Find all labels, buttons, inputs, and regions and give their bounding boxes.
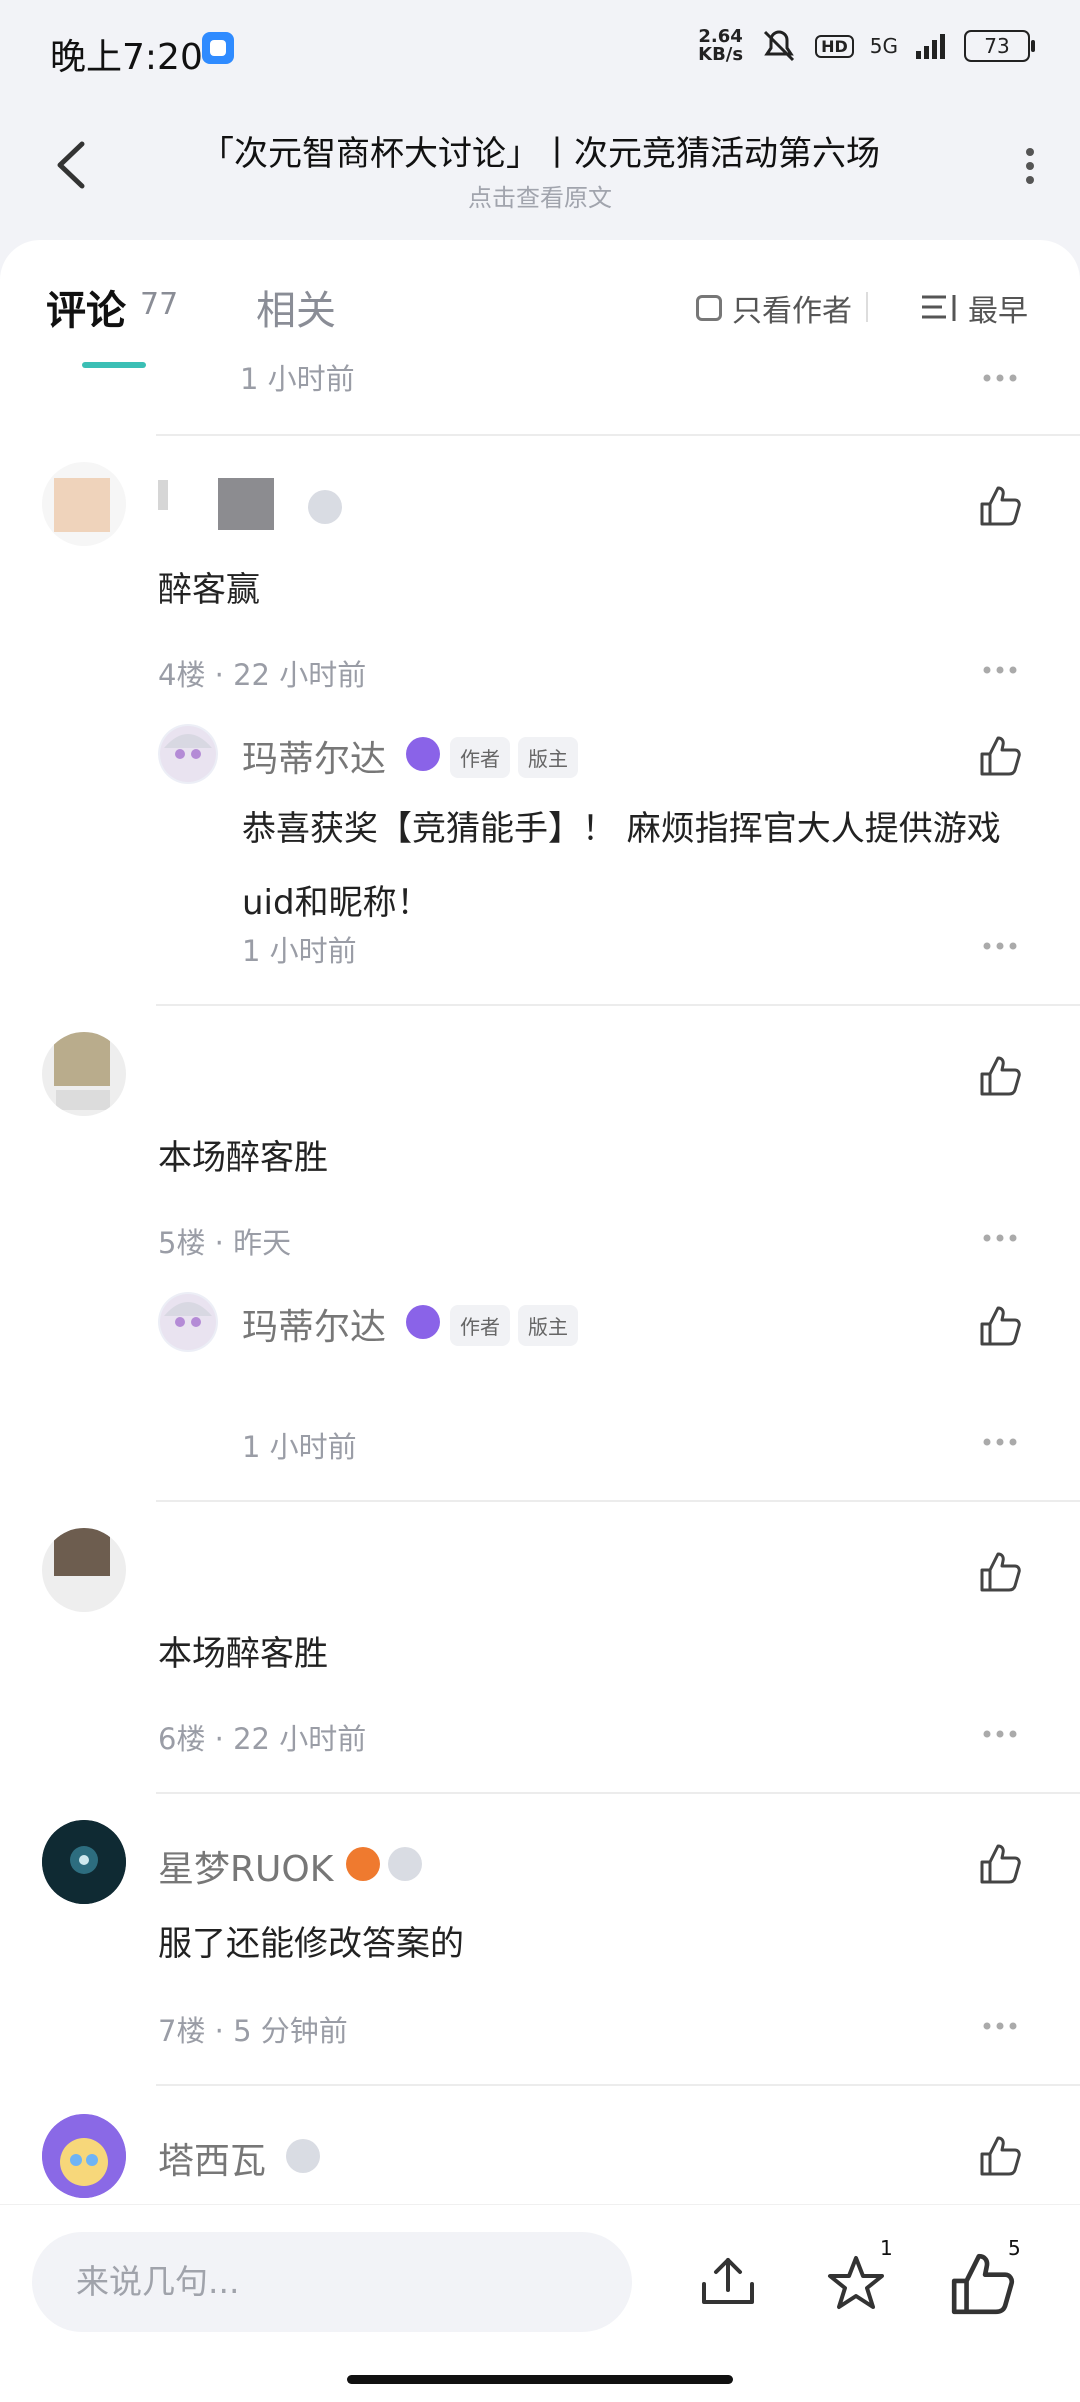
status-time: 晚上7:20 bbox=[50, 37, 203, 78]
divider bbox=[156, 1500, 1080, 1502]
signal-strength-icon bbox=[916, 34, 945, 59]
moderator-badge: 版主 bbox=[518, 1305, 578, 1346]
sort-toggle[interactable]: 最早 bbox=[920, 286, 1028, 330]
username-redacted bbox=[218, 478, 274, 530]
more-dots-icon[interactable] bbox=[983, 942, 1017, 950]
more-dots-icon[interactable] bbox=[983, 666, 1017, 674]
game-badge-icon bbox=[346, 1847, 380, 1881]
reply-meta: 1 小时前 bbox=[242, 934, 357, 968]
active-tab-indicator bbox=[82, 362, 146, 368]
like-icon[interactable] bbox=[978, 2134, 1022, 2178]
like-icon[interactable] bbox=[978, 1304, 1022, 1348]
level-badge-icon bbox=[406, 1305, 440, 1339]
checkbox-icon[interactable] bbox=[696, 295, 722, 321]
more-dots-icon[interactable] bbox=[983, 1438, 1017, 1446]
like-icon[interactable] bbox=[978, 1054, 1022, 1098]
mute-bell-icon bbox=[764, 30, 795, 62]
comment-content: 本场醉客胜 bbox=[158, 1634, 328, 1674]
page-title: 「次元智商杯大讨论」丨次元竞猜活动第六场 bbox=[200, 134, 880, 174]
comment-content: 服了还能修改答案的 bbox=[158, 1924, 464, 1964]
reply-author-name[interactable]: 玛蒂尔达 bbox=[242, 730, 386, 782]
reply-avatar[interactable] bbox=[158, 1292, 218, 1352]
comment-author-name[interactable]: 塔西瓦 bbox=[158, 2132, 266, 2184]
avatar[interactable] bbox=[42, 462, 126, 546]
like-icon[interactable] bbox=[978, 1842, 1022, 1886]
level-badge-icon bbox=[286, 2139, 320, 2173]
level-badge-icon bbox=[388, 1847, 422, 1881]
only-author-label: 只看作者 bbox=[732, 294, 852, 329]
divider bbox=[156, 434, 1080, 436]
sort-list-icon bbox=[922, 295, 956, 321]
divider bbox=[156, 1792, 1080, 1794]
comment-meta: 1 小时前 bbox=[240, 362, 355, 396]
level-badge-icon bbox=[406, 737, 440, 771]
back-arrow-icon[interactable] bbox=[52, 140, 92, 190]
reply-avatar[interactable] bbox=[158, 724, 218, 784]
app-notification-icon bbox=[202, 32, 234, 64]
comments-count: 77 bbox=[140, 287, 179, 322]
comment-meta: 4楼 · 22 小时前 bbox=[158, 658, 367, 692]
view-original-link[interactable]: 点击查看原文 bbox=[140, 178, 940, 213]
username-redacted bbox=[158, 480, 168, 510]
comment-content: 本场醉客胜 bbox=[158, 1138, 328, 1178]
avatar[interactable] bbox=[42, 1528, 126, 1612]
avatar[interactable] bbox=[42, 2114, 126, 2198]
comment-content: 醉客赢 bbox=[158, 570, 260, 610]
reply-content: 恭喜获奖【竞猜能手】！ 麻烦指挥官大人提供游戏uid和昵称！ bbox=[242, 809, 1001, 923]
comment-meta: 6楼 · 22 小时前 bbox=[158, 1722, 367, 1756]
more-dots-icon[interactable] bbox=[983, 2022, 1017, 2030]
reply-author-name[interactable]: 玛蒂尔达 bbox=[242, 1298, 386, 1350]
author-badge: 作者 bbox=[450, 1305, 510, 1346]
comment-author-name[interactable]: 星梦RUOK bbox=[158, 1840, 333, 1892]
divider bbox=[156, 2084, 1080, 2086]
like-icon[interactable] bbox=[948, 2250, 1016, 2318]
filter-separator bbox=[866, 292, 868, 322]
tab-comments[interactable]: 评论 bbox=[46, 278, 126, 336]
reply-meta: 1 小时前 bbox=[242, 1430, 357, 1464]
signal-type: 5G bbox=[869, 34, 898, 58]
like-count: 5 bbox=[1008, 2236, 1021, 2260]
tab-related[interactable]: 相关 bbox=[256, 278, 336, 336]
favorite-star-icon[interactable] bbox=[822, 2250, 890, 2318]
comment-meta: 7楼 · 5 分钟前 bbox=[158, 2014, 348, 2048]
like-icon[interactable] bbox=[978, 484, 1022, 528]
share-icon[interactable] bbox=[696, 2250, 760, 2314]
comment-meta: 5楼 · 昨天 bbox=[158, 1226, 292, 1260]
avatar[interactable] bbox=[42, 1032, 126, 1116]
avatar[interactable] bbox=[42, 1820, 126, 1904]
moderator-badge: 版主 bbox=[518, 737, 578, 778]
battery-indicator: 73 bbox=[964, 30, 1035, 62]
more-dots-icon[interactable] bbox=[983, 1234, 1017, 1242]
level-badge-icon bbox=[308, 490, 342, 524]
like-icon[interactable] bbox=[978, 734, 1022, 778]
network-speed: 2.64 KB/s bbox=[698, 28, 743, 64]
network-speed-unit: KB/s bbox=[698, 44, 744, 65]
status-indicators: 2.64 KB/s HD 5G 73 bbox=[698, 28, 1035, 64]
author-badge: 作者 bbox=[450, 737, 510, 778]
comment-input[interactable]: 来说几句... bbox=[32, 2232, 632, 2332]
more-options-icon[interactable] bbox=[1020, 146, 1040, 186]
home-indicator[interactable] bbox=[347, 2375, 733, 2384]
sort-label: 最早 bbox=[968, 294, 1028, 329]
like-icon[interactable] bbox=[978, 1550, 1022, 1594]
hd-indicator: HD bbox=[815, 34, 854, 58]
only-author-toggle[interactable]: 只看作者 bbox=[696, 286, 852, 330]
divider bbox=[156, 1004, 1080, 1006]
more-dots-icon[interactable] bbox=[983, 1730, 1017, 1738]
favorite-count: 1 bbox=[880, 2236, 893, 2260]
more-dots-icon[interactable] bbox=[983, 374, 1017, 382]
